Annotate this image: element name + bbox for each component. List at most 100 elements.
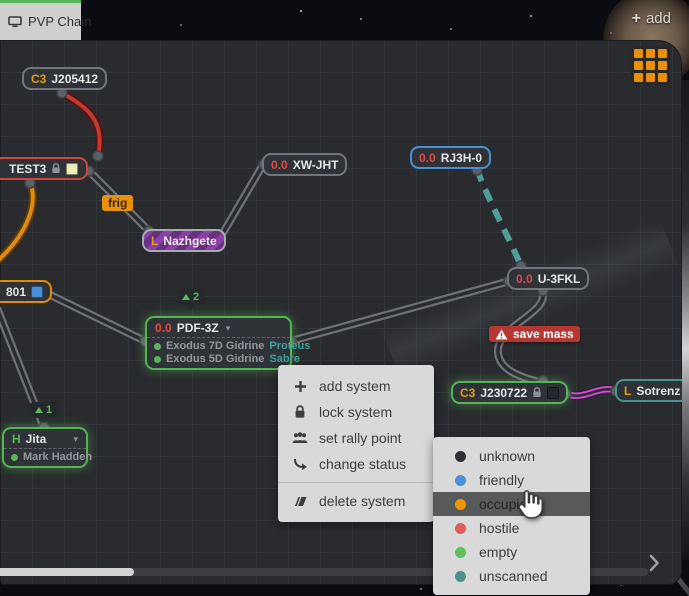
system-node-xw-jht[interactable]: 0.0 XW-JHT — [262, 153, 347, 176]
system-node-sotrenz[interactable]: L Sotrenz — [615, 379, 682, 402]
system-name: RJ3H-0 — [441, 151, 482, 165]
wormhole-class-label: C3 — [31, 72, 46, 86]
menu-item-label: change status — [319, 456, 406, 472]
scroll-right-icon[interactable] — [648, 554, 660, 577]
status-item-friendly[interactable]: friendly — [433, 468, 590, 492]
connection-unscanned[interactable] — [477, 169, 521, 266]
save-mass-label: save mass — [513, 327, 574, 341]
pilot-name: Exodus 5D Gidrine — [166, 353, 264, 365]
system-node-801[interactable]: 801 — [0, 280, 52, 303]
status-dot — [455, 547, 466, 558]
pilot-row: Mark Hadden — [11, 451, 79, 463]
pilot-name: Mark Hadden — [23, 451, 92, 463]
eraser-icon — [292, 496, 308, 507]
plus-icon: + — [632, 11, 641, 27]
system-node-header[interactable]: H Jita ▾ — [4, 429, 86, 448]
chevron-down-icon[interactable]: ▾ — [226, 323, 231, 334]
system-name: Nazhgete — [163, 234, 216, 248]
connection[interactable] — [291, 281, 510, 341]
menu-item-label: lock system — [319, 404, 392, 420]
connection[interactable] — [220, 163, 264, 238]
status-item-hostile[interactable]: hostile — [433, 516, 590, 540]
grid-menu-button[interactable] — [630, 46, 670, 85]
wormhole-class-label: L — [151, 234, 158, 248]
menu-item-label: add system — [319, 378, 391, 394]
system-name: 801 — [6, 285, 26, 299]
connection[interactable] — [42, 291, 145, 341]
pilot-online-dot — [11, 454, 18, 461]
menu-item-add-system[interactable]: add system — [278, 373, 434, 399]
lock-icon — [292, 405, 308, 419]
wormhole-class-label: L — [624, 384, 631, 398]
system-node-test3[interactable]: TEST3 — [0, 157, 88, 180]
security-label: 0.0 — [516, 272, 533, 286]
status-dot — [455, 475, 466, 486]
system-name: Sotrenz — [636, 384, 680, 398]
system-node-header[interactable]: 0.0 PDF-3Z ▾ — [147, 318, 290, 337]
system-node-pdf-3z[interactable]: 0.0 PDF-3Z ▾ Exodus 7D Gidrine Proteus E… — [145, 316, 292, 370]
menu-item-label: delete system — [319, 493, 405, 509]
warning-icon — [495, 329, 508, 340]
users-icon — [292, 432, 308, 444]
pilot-name: Exodus 7D Gidrine — [166, 340, 264, 352]
system-node-j230722[interactable]: C3 J230722 — [451, 381, 568, 404]
status-item-unscanned[interactable]: unscanned — [433, 564, 590, 588]
system-node-j205412[interactable]: C3 J205412 — [22, 67, 107, 90]
pilot-list: Exodus 7D Gidrine Proteus Exodus 5D Gidr… — [147, 337, 290, 368]
connection-frigate[interactable] — [566, 389, 618, 395]
connection-warning[interactable] — [0, 182, 33, 264]
status-label: unscanned — [479, 568, 548, 584]
wormhole-class-label: C3 — [460, 386, 475, 400]
security-class-label: H — [12, 432, 21, 446]
status-submenu: unknown friendly occupied hostile empty … — [433, 437, 590, 595]
status-item-unknown[interactable]: unknown — [433, 444, 590, 468]
frigate-connection-badge[interactable]: frig — [102, 195, 133, 211]
security-label: 0.0 — [419, 151, 436, 165]
menu-item-set-rally-point[interactable]: set rally point — [278, 425, 434, 451]
system-name: J230722 — [480, 386, 527, 400]
system-context-menu: add system lock system set rally point c… — [278, 365, 434, 522]
lock-icon — [532, 387, 542, 398]
status-item-empty[interactable]: empty — [433, 540, 590, 564]
add-label: add — [646, 10, 671, 27]
security-label: 0.0 — [155, 321, 172, 335]
status-label: hostile — [479, 520, 519, 536]
status-dot — [455, 451, 466, 462]
status-square — [31, 286, 43, 298]
lock-icon — [51, 163, 61, 174]
status-label: empty — [479, 544, 517, 560]
arrow-up-icon — [35, 407, 43, 413]
menu-item-change-status[interactable]: change status — [278, 451, 434, 477]
pilot-online-dot — [154, 356, 161, 363]
add-map-button[interactable]: + add — [632, 10, 671, 27]
top-bar: PVP Chain + add — [0, 0, 689, 40]
monitor-icon — [8, 16, 22, 28]
menu-item-delete-system[interactable]: delete system — [278, 488, 434, 514]
system-node-nazhgete[interactable]: L Nazhgete — [142, 229, 226, 252]
status-item-occupied[interactable]: occupied — [433, 492, 590, 516]
curved-arrow-icon — [292, 458, 308, 470]
menu-separator — [278, 482, 434, 483]
menu-item-label: set rally point — [319, 430, 401, 446]
frig-label: frig — [108, 196, 127, 210]
pilot-count-badge: 2 — [177, 289, 205, 305]
system-node-jita[interactable]: H Jita ▾ Mark Hadden — [2, 427, 88, 468]
tab-pvp-chain[interactable]: PVP Chain — [0, 3, 81, 40]
pilot-count: 1 — [46, 404, 52, 416]
connection-critical[interactable] — [62, 93, 100, 156]
chevron-down-icon[interactable]: ▾ — [73, 434, 78, 445]
system-node-u-3fkl[interactable]: 0.0 U-3FKL — [507, 267, 589, 290]
system-name: XW-JHT — [293, 158, 339, 172]
system-node-rj3h-0[interactable]: 0.0 RJ3H-0 — [410, 146, 491, 169]
pilot-row: Exodus 7D Gidrine Proteus — [154, 340, 283, 352]
status-dot — [455, 523, 466, 534]
status-dot — [455, 571, 466, 582]
system-name: Jita — [26, 432, 47, 446]
menu-item-lock-system[interactable]: lock system — [278, 399, 434, 425]
status-label: occupied — [479, 496, 535, 512]
status-square — [66, 163, 78, 175]
save-mass-badge[interactable]: save mass — [489, 326, 580, 342]
horizontal-scrollbar-thumb[interactable] — [0, 568, 134, 576]
pilot-list: Mark Hadden — [4, 448, 86, 466]
system-name: J205412 — [51, 72, 98, 86]
